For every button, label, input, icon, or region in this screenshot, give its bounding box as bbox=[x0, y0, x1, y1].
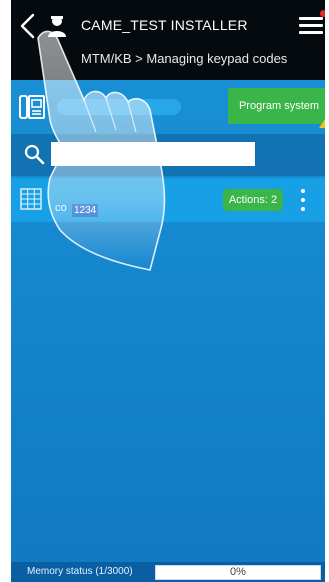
hamburger-menu-icon[interactable] bbox=[297, 10, 325, 38]
code-value: 1234 bbox=[72, 204, 99, 217]
kebab-menu-icon[interactable] bbox=[297, 188, 309, 212]
code-label: co bbox=[55, 202, 67, 214]
app-header: CAME_TEST INSTALLER MTM/KB > Managing ke… bbox=[11, 0, 325, 80]
system-name-field bbox=[57, 99, 181, 115]
search-icon bbox=[23, 143, 45, 165]
warning-triangle-icon bbox=[319, 119, 325, 128]
breadcrumb: MTM/KB > Managing keypad codes bbox=[81, 51, 288, 66]
menu-line bbox=[299, 24, 323, 27]
phone-frame: CAME_TEST INSTALLER MTM/KB > Managing ke… bbox=[0, 0, 329, 582]
list-item[interactable]: co Actions: 2 bbox=[11, 178, 325, 222]
system-toolbar: Program system bbox=[11, 86, 325, 128]
keypad-icon bbox=[20, 188, 42, 210]
program-system-button[interactable]: Program system bbox=[228, 88, 325, 124]
kebab-dot bbox=[301, 189, 305, 193]
kebab-dot bbox=[301, 207, 305, 211]
search-bar bbox=[11, 134, 325, 176]
search-input[interactable] bbox=[51, 142, 255, 166]
actions-badge[interactable]: Actions: 2 bbox=[223, 189, 283, 211]
memory-status-bar: Memory status (1/3000) 0% bbox=[11, 562, 325, 582]
memory-progress-bar: 0% bbox=[155, 565, 321, 580]
menu-line bbox=[299, 31, 323, 34]
intercom-icon bbox=[19, 94, 45, 120]
back-arrow-icon[interactable] bbox=[17, 12, 39, 40]
page-title: CAME_TEST INSTALLER bbox=[81, 17, 248, 33]
memory-percent: 0% bbox=[230, 566, 246, 578]
notification-dot bbox=[320, 10, 325, 17]
installer-user-icon bbox=[47, 14, 67, 38]
kebab-dot bbox=[301, 198, 305, 202]
app-screen: CAME_TEST INSTALLER MTM/KB > Managing ke… bbox=[11, 0, 325, 582]
menu-line bbox=[299, 17, 323, 20]
memory-status-label: Memory status (1/3000) bbox=[27, 566, 133, 577]
